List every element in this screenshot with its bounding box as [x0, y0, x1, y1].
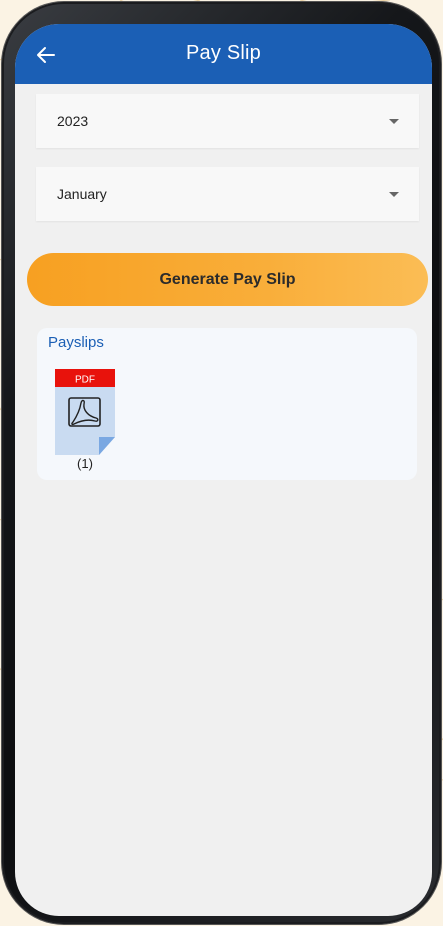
pdf-badge: PDF: [75, 375, 95, 386]
phone-frame: Pay Slip 2023 January Generate Pay Slip …: [2, 2, 441, 924]
year-value: 2023: [57, 113, 89, 129]
phone-screen: Pay Slip 2023 January Generate Pay Slip …: [15, 24, 432, 916]
page-title: Pay Slip: [186, 42, 261, 64]
payslip-file-label: (1): [77, 456, 93, 471]
dropdown-arrow-icon: [389, 191, 399, 197]
pdf-file-icon: PDF: [55, 369, 115, 455]
dropdown-arrow-icon: [389, 118, 399, 124]
payslips-title: Payslips: [48, 334, 104, 351]
payslip-file-item[interactable]: PDF (1): [55, 369, 115, 475]
year-dropdown[interactable]: 2023: [36, 94, 419, 148]
app-bar: Pay Slip: [15, 24, 432, 84]
payslips-card: Payslips PDF (1): [37, 328, 417, 480]
month-value: January: [57, 186, 107, 202]
generate-pay-slip-button[interactable]: Generate Pay Slip: [27, 253, 428, 306]
month-dropdown[interactable]: January: [36, 167, 419, 221]
